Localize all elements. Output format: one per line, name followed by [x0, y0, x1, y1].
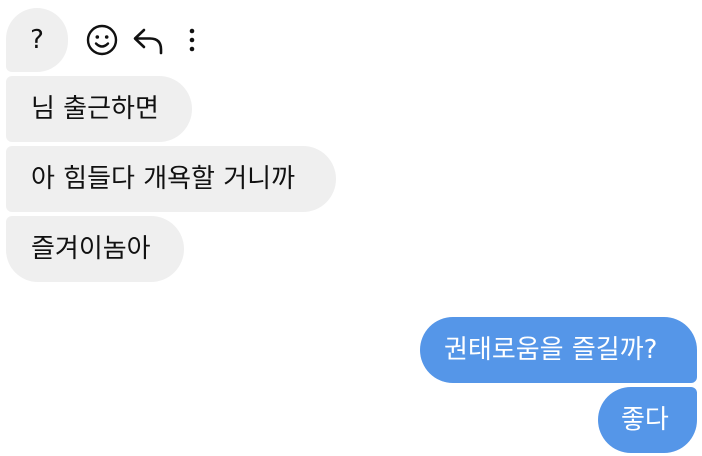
reply-icon[interactable] [130, 22, 166, 58]
message-thread: ? 님 출근하면 아 힘들다 개욕할 거니까 즐겨이놈아 권태로움을 즐길까? … [0, 0, 702, 456]
message-text: 권태로움을 즐길까? [444, 335, 658, 365]
message-text: 님 출근하면 [31, 94, 159, 124]
more-vertical-icon[interactable] [180, 22, 204, 58]
message-actions [84, 20, 204, 60]
incoming-message[interactable]: 님 출근하면 [6, 76, 192, 142]
incoming-message[interactable]: ? [6, 8, 68, 72]
incoming-message[interactable]: 즐겨이놈아 [6, 216, 184, 282]
smile-icon[interactable] [84, 22, 120, 58]
message-text: 좋다 [621, 405, 669, 435]
outgoing-message[interactable]: 권태로움을 즐길까? [420, 317, 697, 383]
message-text: 아 힘들다 개욕할 거니까 [31, 164, 295, 194]
incoming-message[interactable]: 아 힘들다 개욕할 거니까 [6, 146, 336, 212]
outgoing-message[interactable]: 좋다 [598, 387, 697, 453]
message-text: ? [30, 25, 44, 55]
message-text: 즐겨이놈아 [31, 234, 151, 264]
